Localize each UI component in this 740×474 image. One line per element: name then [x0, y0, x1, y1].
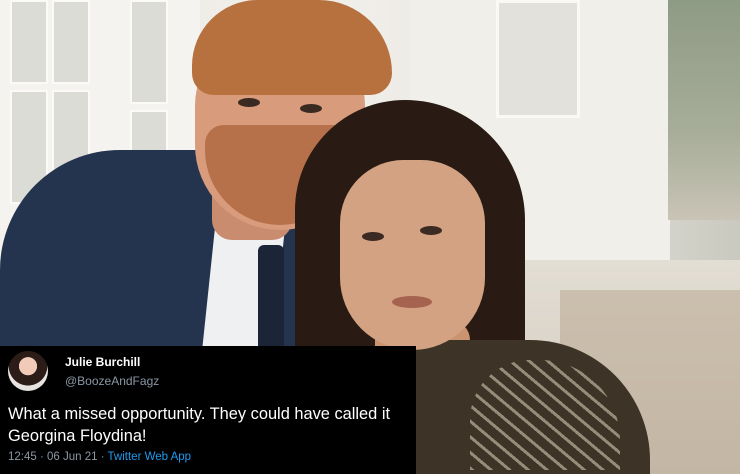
woman-lips	[392, 296, 432, 308]
author-name[interactable]: Julie Burchill	[65, 355, 140, 369]
man-hair	[192, 0, 392, 95]
man-eye-left	[238, 98, 260, 107]
man-tie	[258, 245, 284, 355]
garden-greenery	[668, 0, 740, 220]
woman-eye-right	[420, 226, 442, 235]
window	[496, 0, 580, 118]
tweet-meta: 12:45 · 06 Jun 21 · Twitter Web App	[8, 451, 191, 463]
tweet-card[interactable]: Julie Burchill @BoozeAndFagz What a miss…	[0, 346, 416, 474]
tweet-source-link[interactable]: Twitter Web App	[108, 451, 192, 463]
avatar[interactable]	[8, 351, 48, 391]
meta-separator: ·	[97, 451, 108, 463]
tweet-time[interactable]: 12:45	[8, 451, 37, 463]
tweet-text: What a missed opportunity. They could ha…	[8, 405, 391, 445]
woman-face	[340, 160, 485, 350]
woman-eye-left	[362, 232, 384, 241]
tweet-date[interactable]: 06 Jun 21	[47, 451, 98, 463]
meta-separator: ·	[36, 451, 48, 463]
author-handle[interactable]: @BoozeAndFagz	[65, 374, 159, 388]
man-eye-right	[300, 104, 322, 113]
